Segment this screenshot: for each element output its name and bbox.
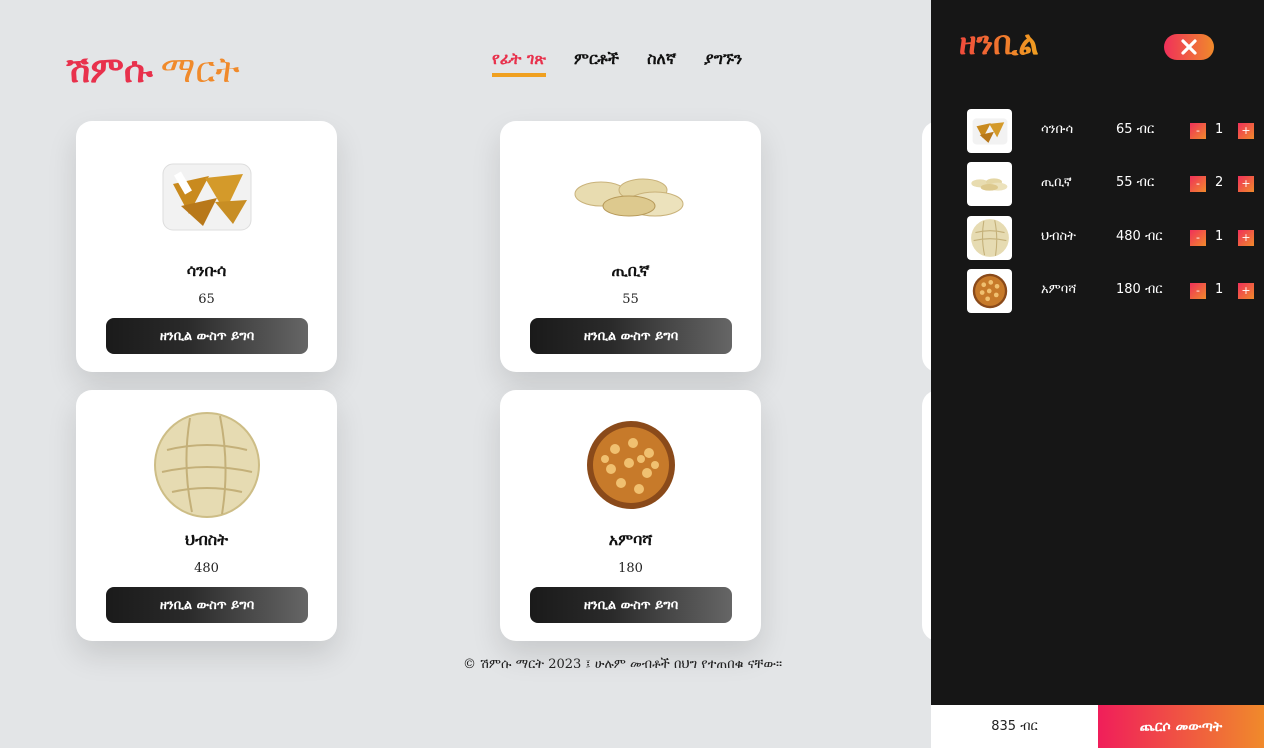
product-card: ጢቢኛ 55 ዘንቢል ውስጥ ይግባ: [500, 121, 761, 372]
cart-item-name: ህብስት: [1041, 229, 1076, 244]
checkout-button[interactable]: ጨርሶ መውጣት: [1098, 705, 1264, 748]
close-icon: [1181, 39, 1197, 55]
cart-item-qty: 2: [1215, 175, 1224, 190]
increase-qty-button[interactable]: +: [1238, 283, 1254, 299]
add-to-cart-button[interactable]: ዘንቢል ውስጥ ይግባ: [106, 587, 308, 623]
hibist-thumbnail: [967, 216, 1012, 260]
decrease-qty-button[interactable]: -: [1190, 123, 1206, 139]
add-to-cart-button[interactable]: ዘንቢል ውስጥ ይግባ: [530, 587, 732, 623]
cart-item-name: ጢቢኛ: [1041, 175, 1072, 190]
cart-title: ዘንቢል: [959, 24, 1039, 62]
decrease-qty-button[interactable]: -: [1190, 283, 1206, 299]
product-price: 180: [618, 561, 643, 576]
brand-name-part2: ማርት: [160, 50, 240, 91]
footer-copyright: © ሽምሱ ማርት 2023 ፤ ሁሉም መብቶች በህግ የተጠበቁ ናቸው።: [463, 657, 783, 672]
sambusa-image: [76, 141, 337, 251]
nav-home[interactable]: የፊት ገጽ: [492, 49, 547, 77]
cart-item: ሳንቡሳ 65 ብር - 1 +: [967, 109, 1257, 153]
main-nav: የፊት ገጽ ምርቶች ስለኛ ያግኙን: [492, 49, 742, 77]
cart-item: ህብስት 480 ብር - 1 +: [967, 216, 1257, 260]
cart-item: ጢቢኛ 55 ብር - 2 +: [967, 162, 1257, 206]
cart-item-name: አምባሻ: [1041, 282, 1077, 297]
sambusa-thumbnail: [967, 109, 1012, 153]
cart-item-qty: 1: [1215, 229, 1224, 244]
cart-item-price: 65 ብር: [1116, 122, 1155, 137]
nav-contact[interactable]: ያግኙን: [704, 49, 742, 77]
tibiya-thumbnail: [967, 162, 1012, 206]
add-to-cart-button[interactable]: ዘንቢል ውስጥ ይግባ: [106, 318, 308, 354]
brand-logo[interactable]: ሽምሱ ማርት: [66, 50, 240, 92]
product-card: አምባሻ 180 ዘንቢል ውስጥ ይግባ: [500, 390, 761, 641]
add-to-cart-button[interactable]: ዘንቢል ውስጥ ይግባ: [530, 318, 732, 354]
tibiya-image: [500, 141, 761, 251]
increase-qty-button[interactable]: +: [1238, 230, 1254, 246]
nav-products[interactable]: ምርቶች: [574, 49, 619, 77]
product-name: ህብስት: [184, 530, 228, 549]
hibist-bread-image: [76, 410, 337, 520]
decrease-qty-button[interactable]: -: [1190, 176, 1206, 192]
product-price: 480: [194, 561, 219, 576]
ambasha-bread-image: [500, 410, 761, 520]
product-name: ሳንቡሳ: [186, 261, 227, 280]
increase-qty-button[interactable]: +: [1238, 123, 1254, 139]
product-card: ሳንቡሳ 65 ዘንቢል ውስጥ ይግባ: [76, 121, 337, 372]
ambasha-thumbnail: [967, 269, 1012, 313]
product-price: 55: [622, 292, 639, 307]
increase-qty-button[interactable]: +: [1238, 176, 1254, 192]
close-cart-button[interactable]: [1164, 34, 1214, 60]
cart-item-price: 180 ብር: [1116, 282, 1163, 297]
cart-item-name: ሳንቡሳ: [1041, 122, 1074, 137]
product-name: ጢቢኛ: [611, 261, 650, 280]
cart-item-price: 55 ብር: [1116, 175, 1155, 190]
product-name: አምባሻ: [608, 530, 653, 549]
nav-about[interactable]: ስለኛ: [647, 49, 676, 77]
cart-panel: ዘንቢል ሳንቡሳ 65 ብር - 1 + ጢቢኛ 55 ብር - 2 + ህብ…: [931, 0, 1264, 748]
cart-item-price: 480 ብር: [1116, 229, 1163, 244]
cart-total: 835 ብር: [931, 705, 1098, 748]
product-price: 65: [198, 292, 215, 307]
cart-item-qty: 1: [1215, 282, 1224, 297]
cart-item-qty: 1: [1215, 122, 1224, 137]
cart-item: አምባሻ 180 ብር - 1 +: [967, 269, 1257, 313]
decrease-qty-button[interactable]: -: [1190, 230, 1206, 246]
product-card: ህብስት 480 ዘንቢል ውስጥ ይግባ: [76, 390, 337, 641]
brand-name-part1: ሽምሱ: [66, 50, 153, 91]
